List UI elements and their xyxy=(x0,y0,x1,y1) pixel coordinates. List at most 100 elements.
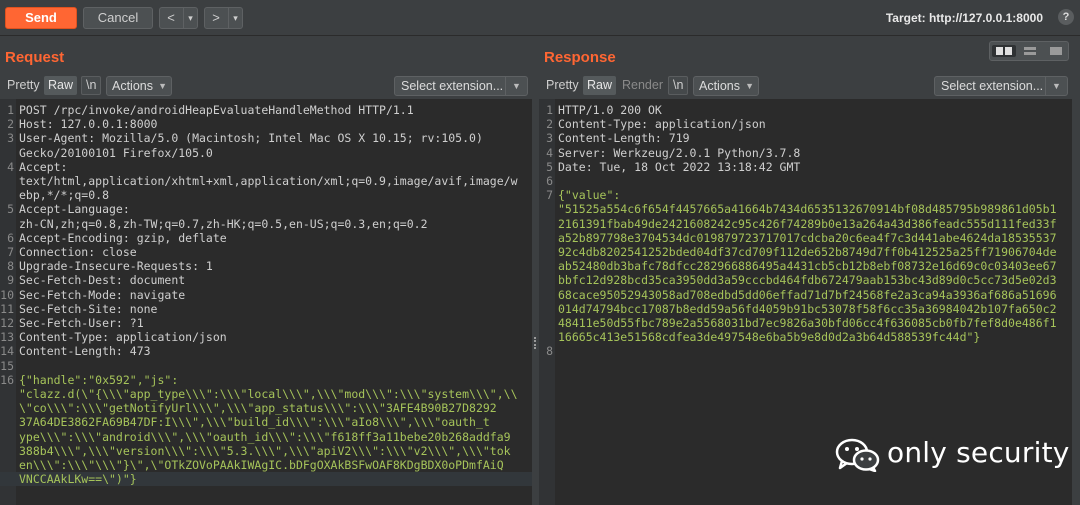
request-line-text: {"handle":"0x592","js": xyxy=(19,372,179,387)
response-code-line: 014d74794bcc17087b8edd59a56fd4059b91bc53… xyxy=(539,302,1072,316)
request-line-text: ype\\\":\\\"android\\\",\\\"oauth_id\\\"… xyxy=(19,429,511,444)
request-code-line: zh-CN,zh;q=0.8,zh-TW;q=0.7,zh-HK;q=0.5,e… xyxy=(0,217,532,231)
request-tab-raw[interactable]: Raw xyxy=(44,76,78,95)
help-icon[interactable]: ? xyxy=(1058,9,1074,25)
request-line-text: VNCCAAkLKw==\")"} xyxy=(19,472,137,487)
request-code-line: Gecko/20100101 Firefox/105.0 xyxy=(0,146,532,160)
layout-stacked-icon[interactable] xyxy=(1018,45,1042,57)
chevron-right-icon: > xyxy=(212,10,220,25)
watermark: only security xyxy=(835,432,1075,478)
response-line-text: 16665c413e51568cdfea3de497548e6ba5b9e8d0… xyxy=(558,330,981,345)
response-line-text: 68cace95052943058ad708edbd5dd06effad71d7… xyxy=(558,287,1057,302)
send-button[interactable]: Send xyxy=(5,7,77,29)
request-code-line: ype\\\":\\\"android\\\",\\\"oauth_id\\\"… xyxy=(0,430,532,444)
response-code-line: 92c4db8202541252bded04df37cd709f112de652… xyxy=(539,245,1072,259)
request-line-number: 4 xyxy=(7,159,14,174)
request-line-text: Sec-Fetch-Mode: navigate xyxy=(19,287,186,302)
layout-side-by-side-icon[interactable] xyxy=(992,45,1016,57)
response-code-line: 2 Content-Type: application/json xyxy=(539,117,1072,131)
response-line-number: 2 xyxy=(546,117,553,132)
request-line-number: 11 xyxy=(0,301,14,316)
request-tab-pretty[interactable]: Pretty xyxy=(3,76,44,95)
request-tabs: Pretty Raw \n Actions ▼ Select extension… xyxy=(0,75,532,97)
request-tab-newline[interactable]: \n xyxy=(81,76,102,95)
chevron-left-icon: < xyxy=(167,10,175,25)
request-actions-label: Actions xyxy=(112,79,153,93)
forward-history-dropdown[interactable]: ▾ xyxy=(228,8,242,28)
request-line-number: 15 xyxy=(0,358,14,373)
request-line-number: 1 xyxy=(7,103,14,117)
request-line-number: 7 xyxy=(7,245,14,259)
request-line-text: ebp,*/*;q=0.8 xyxy=(19,188,110,203)
response-code-line: 3 Content-Length: 719 xyxy=(539,131,1072,145)
response-line-number: 4 xyxy=(546,145,553,160)
request-code-line: 388b4\\\",\\\"version\\\":\\\"5.3.\\\",\… xyxy=(0,444,532,458)
request-line-text: Gecko/20100101 Firefox/105.0 xyxy=(19,145,213,160)
request-code-line: 15 xyxy=(0,359,532,373)
request-line-text: 37A64DE3862FA69B47DF:I\\\",\\\"build_id\… xyxy=(19,415,490,430)
request-actions-dropdown[interactable]: Actions ▼ xyxy=(106,76,172,96)
request-line-number: 13 xyxy=(0,330,14,345)
layout-toggle[interactable] xyxy=(989,41,1069,61)
response-code-line: ab52480db3bafc78dfcc282966886495a4431cb5… xyxy=(539,259,1072,273)
request-line-number: 12 xyxy=(0,316,14,330)
request-code-line: 5 Accept-Language: xyxy=(0,202,532,216)
response-code-line: 48411e50d55fbc789e2a5568031bd7ec9826a30b… xyxy=(539,316,1072,330)
request-code-line: 11 Sec-Fetch-Site: none xyxy=(0,302,532,316)
response-line-text: Date: Tue, 18 Oct 2022 13:18:42 GMT xyxy=(558,159,801,174)
response-code-line: bbfc12d928bcd35ca3950dd3a59cccbd464fdb67… xyxy=(539,273,1072,287)
back-button[interactable]: < ▾ xyxy=(159,7,198,29)
response-select-extension[interactable]: Select extension... ▼ xyxy=(934,76,1068,96)
request-line-number: 9 xyxy=(7,273,14,288)
request-line-text: Connection: close xyxy=(19,245,137,259)
response-code-line: 68cace95052943058ad708edbd5dd06effad71d7… xyxy=(539,288,1072,302)
response-line-number: 7 xyxy=(546,188,553,203)
request-code-line: ebp,*/*;q=0.8 xyxy=(0,188,532,202)
request-line-text: zh-CN,zh;q=0.8,zh-TW;q=0.7,zh-HK;q=0.5,e… xyxy=(19,216,428,231)
request-line-text: "clazz.d(\"{\\\"app_type\\\":\\\"local\\… xyxy=(19,387,518,401)
response-actions-dropdown[interactable]: Actions ▼ xyxy=(693,76,759,96)
response-line-text: a52b897798e3704534dc019879723717017cdcba… xyxy=(558,230,1057,245)
response-tab-pretty[interactable]: Pretty xyxy=(542,76,583,95)
request-code-line: "clazz.d(\"{\\\"app_type\\\":\\\"local\\… xyxy=(0,387,532,401)
response-line-number: 5 xyxy=(546,159,553,174)
target-url[interactable]: Target: http://127.0.0.1:8000 xyxy=(886,11,1043,25)
request-code-line: 13 Content-Type: application/json xyxy=(0,330,532,344)
request-pane: Request Pretty Raw \n Actions ▼ Select e… xyxy=(0,37,532,505)
drag-handle-icon[interactable] xyxy=(534,337,537,349)
request-line-text: Accept-Language: xyxy=(19,202,130,217)
response-tab-render[interactable]: Render xyxy=(618,76,667,95)
response-line-text: "51525a554c6f654f4457665a41664b7434d6535… xyxy=(558,202,1057,217)
response-tab-newline[interactable]: \n xyxy=(668,76,689,95)
back-history-dropdown[interactable]: ▾ xyxy=(183,8,197,28)
request-line-number: 8 xyxy=(7,259,14,274)
request-title: Request xyxy=(5,49,65,66)
response-line-text: 014d74794bcc17087b8edd59a56fd4059b91bc53… xyxy=(558,301,1057,316)
response-code-line: 6 xyxy=(539,174,1072,188)
response-code-line: 2161391fbab49de2421608242c95c426f74289b0… xyxy=(539,217,1072,231)
request-code-line: 3 User-Agent: Mozilla/5.0 (Macintosh; Int… xyxy=(0,131,532,145)
request-line-text: Sec-Fetch-Dest: document xyxy=(19,273,186,288)
request-line-text: 388b4\\\",\\\"version\\\":\\\"5.3.\\\",\… xyxy=(19,443,511,458)
request-code-line: 9 Sec-Fetch-Dest: document xyxy=(0,273,532,287)
response-code-line: 16665c413e51568cdfea3de497548e6ba5b9e8d0… xyxy=(539,330,1072,344)
pane-divider[interactable] xyxy=(532,37,539,505)
response-line-number: 6 xyxy=(546,174,553,188)
layout-tabs-icon[interactable] xyxy=(1044,45,1068,57)
request-line-text: Content-Type: application/json xyxy=(19,330,227,345)
response-tab-raw[interactable]: Raw xyxy=(583,76,617,95)
request-editor[interactable]: 1 POST /rpc/invoke/androidHeapEvaluateHan… xyxy=(0,99,532,505)
request-line-text: Sec-Fetch-Site: none xyxy=(19,301,158,316)
request-code-line: 10 Sec-Fetch-Mode: navigate xyxy=(0,288,532,302)
request-line-text: Host: 127.0.0.1:8000 xyxy=(19,117,158,132)
response-actions-label: Actions xyxy=(699,79,740,93)
forward-button[interactable]: > ▾ xyxy=(204,7,243,29)
chevron-down-icon: ▼ xyxy=(745,81,754,91)
request-line-number: 10 xyxy=(0,287,14,302)
chevron-down-icon: ▼ xyxy=(505,77,527,95)
request-code-line: 4 Accept: xyxy=(0,160,532,174)
request-select-extension[interactable]: Select extension... ▼ xyxy=(394,76,528,96)
request-line-text: Content-Length: 473 xyxy=(19,344,151,359)
cancel-button[interactable]: Cancel xyxy=(83,7,153,29)
request-line-number: 6 xyxy=(7,230,14,245)
